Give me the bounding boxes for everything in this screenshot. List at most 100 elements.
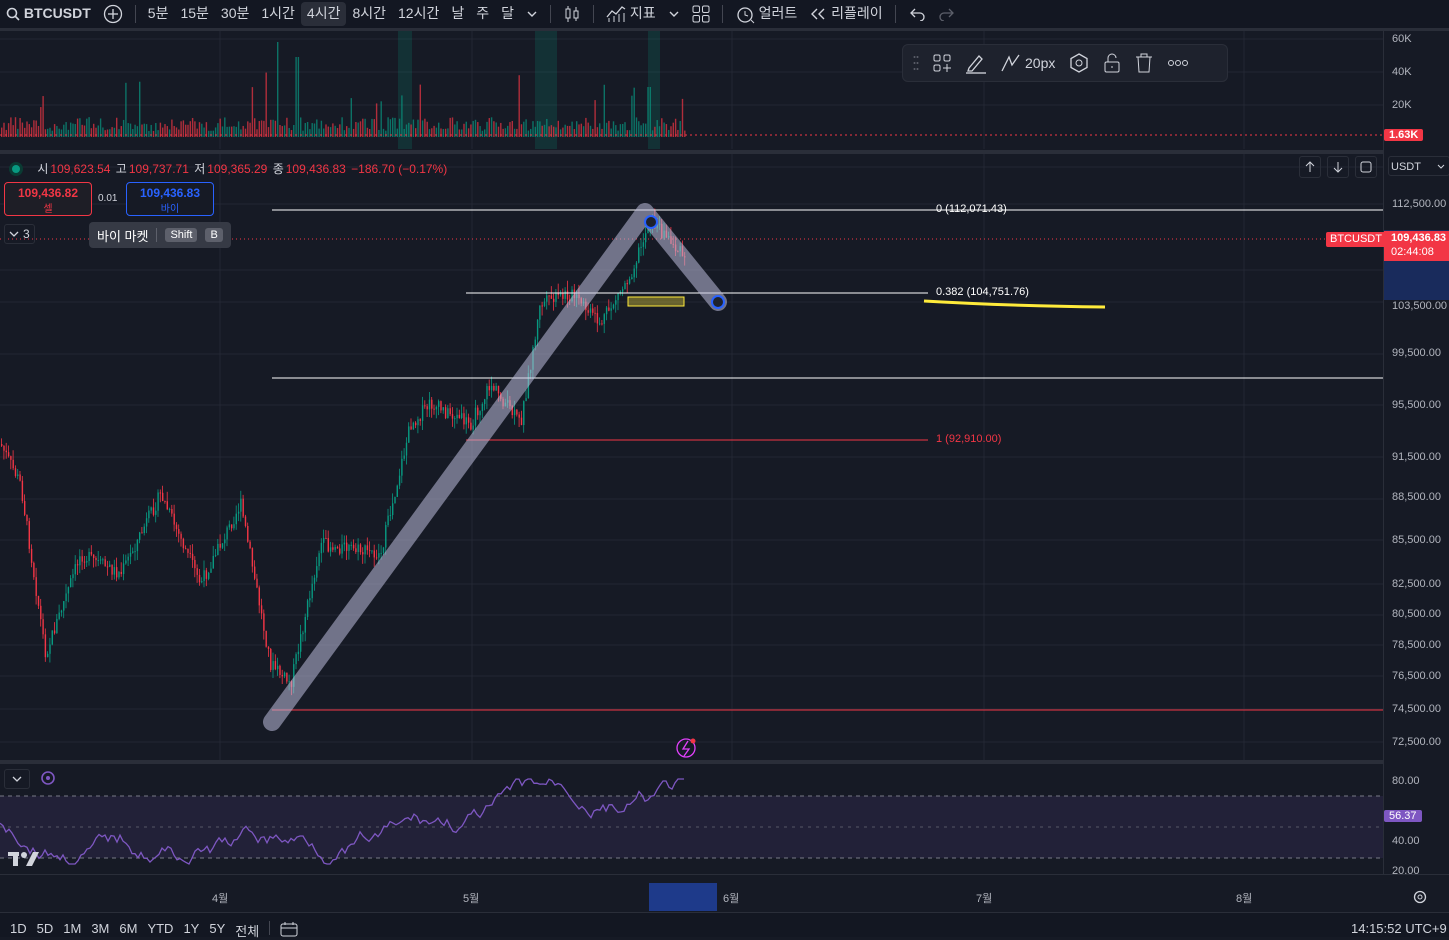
- path-anchor-handle: [644, 215, 658, 229]
- interval-1h[interactable]: 1시간: [255, 2, 301, 26]
- rsi-settings-button[interactable]: [40, 770, 56, 791]
- range-5y[interactable]: 5Y: [209, 921, 225, 940]
- candle-countdown: 02:44:08: [1391, 246, 1434, 258]
- more-icon[interactable]: [1167, 59, 1189, 67]
- sell-button[interactable]: 109,436.82 셀: [4, 182, 92, 216]
- high-label: 고: [115, 162, 127, 176]
- volume-axis-label: 60K: [1392, 33, 1412, 45]
- redo-button[interactable]: [932, 2, 962, 26]
- indicators-button[interactable]: 지표: [600, 2, 662, 26]
- fib-label-1: 1 (92,910.00): [936, 433, 1002, 445]
- volume-axis-label: 20K: [1392, 99, 1412, 111]
- trash-icon[interactable]: [1135, 53, 1153, 73]
- range-selector: 1D 5D 1M 3M 6M YTD 1Y 5Y 전체: [10, 921, 298, 940]
- rsi-current-tag: 56.37: [1384, 810, 1422, 822]
- compare-button[interactable]: [97, 2, 129, 26]
- drag-handle-icon[interactable]: [913, 55, 919, 71]
- settings-icon[interactable]: [1069, 53, 1089, 73]
- buy-label: 바이: [160, 204, 180, 215]
- interval-dropdown[interactable]: [520, 2, 544, 26]
- tradingview-logo[interactable]: [8, 850, 40, 873]
- move-up-button[interactable]: [1299, 156, 1321, 178]
- interval-5m[interactable]: 5분: [142, 2, 175, 26]
- interval-30m[interactable]: 30분: [215, 2, 255, 26]
- pencil-color-icon[interactable]: [965, 52, 987, 74]
- templates-icon[interactable]: [933, 54, 951, 72]
- range-1d[interactable]: 1D: [10, 921, 27, 940]
- tradingview-logo-icon: [8, 852, 39, 866]
- sell-price: 109,436.82: [17, 186, 79, 200]
- rsi-pane[interactable]: [0, 764, 1383, 874]
- currency-label: USDT: [1391, 161, 1421, 173]
- range-3m[interactable]: 3M: [91, 921, 109, 940]
- chevron-down-icon: [1437, 164, 1445, 169]
- chart-settings-button[interactable]: [1412, 889, 1428, 908]
- separator: [593, 5, 595, 23]
- range-ytd[interactable]: YTD: [147, 921, 173, 940]
- range-5d[interactable]: 5D: [37, 921, 54, 940]
- range-all[interactable]: 전체: [235, 921, 259, 940]
- shortcut-key-b: B: [205, 228, 223, 242]
- interval-4h[interactable]: 4시간: [300, 2, 347, 26]
- range-6m[interactable]: 6M: [119, 921, 137, 940]
- collapse-button[interactable]: 3: [4, 224, 35, 244]
- price-axis-label: 88,500.00: [1392, 491, 1441, 503]
- interval-15m[interactable]: 15분: [174, 2, 214, 26]
- interval-12h[interactable]: 12시간: [392, 2, 445, 26]
- symbol-label: BTCUSDT: [23, 5, 91, 21]
- highlight-box: [627, 296, 685, 307]
- clock-label[interactable]: 14:15:52 UTC+9: [1351, 921, 1447, 936]
- chevron-down-icon: [9, 231, 19, 237]
- separator: [721, 5, 723, 23]
- line-width-icon: [1001, 54, 1020, 72]
- separator: [550, 5, 552, 23]
- interval-8h[interactable]: 8시간: [346, 2, 392, 26]
- symbol-search[interactable]: BTCUSDT: [0, 2, 97, 26]
- interval-month[interactable]: 달: [495, 2, 520, 26]
- separator: [134, 5, 136, 23]
- volume-axis-label: 40K: [1392, 66, 1412, 78]
- interval-day[interactable]: 날: [445, 2, 470, 26]
- price-axis-label: 103,500.00: [1392, 300, 1448, 312]
- low-value: 109,365.29: [207, 162, 268, 176]
- undo-button[interactable]: [902, 2, 932, 26]
- separator: [269, 921, 271, 935]
- chevron-down-icon: [12, 776, 22, 782]
- volume-bars: [1, 42, 686, 137]
- indicator-icon: [41, 771, 55, 785]
- indicators-dropdown[interactable]: [662, 2, 686, 26]
- layouts-button[interactable]: [686, 2, 716, 26]
- time-axis[interactable]: 4월 5월 6월 7월 8월: [0, 874, 1449, 913]
- current-price-tag: 109,436.83 02:44:08: [1384, 231, 1449, 261]
- move-down-button[interactable]: [1327, 156, 1349, 178]
- high-value: 109,737.71: [128, 162, 189, 176]
- unlock-icon[interactable]: [1103, 53, 1121, 73]
- replay-button[interactable]: 리플레이: [803, 2, 888, 26]
- range-1y[interactable]: 1Y: [183, 921, 199, 940]
- tooltip-label: 바이 마켓: [97, 228, 149, 244]
- price-axis-label: 76,500.00: [1392, 670, 1441, 682]
- rsi-axis-label: 80.00: [1392, 775, 1420, 787]
- line-width-button[interactable]: 20px: [1001, 53, 1055, 73]
- price-axis[interactable]: 60K 40K 20K 1.63K USDT 112,500.00 109,43…: [1383, 31, 1449, 877]
- price-axis-label: 80,500.00: [1392, 608, 1441, 620]
- maximize-icon: [1360, 161, 1372, 173]
- price-axis-label: 78,500.00: [1392, 639, 1441, 651]
- buy-button[interactable]: 109,436.83 바이: [126, 182, 214, 216]
- alert-button[interactable]: 얼러트: [729, 2, 804, 26]
- maximize-button[interactable]: [1355, 156, 1377, 178]
- open-label: 시: [37, 162, 49, 176]
- price-axis-label: 95,500.00: [1392, 399, 1441, 411]
- chart-type-button[interactable]: [557, 2, 587, 26]
- grid-icon: [692, 5, 710, 23]
- currency-selector[interactable]: USDT: [1388, 156, 1449, 176]
- calendar-icon[interactable]: [280, 921, 298, 937]
- undo-icon: [909, 8, 925, 22]
- rsi-collapse-button[interactable]: [4, 769, 30, 789]
- line-width-label: 20px: [1025, 55, 1056, 71]
- sell-label: 셀: [43, 204, 53, 215]
- close-value: 109,436.83: [285, 162, 346, 176]
- interval-week[interactable]: 주: [470, 2, 495, 26]
- drawing-toolbar: 20px: [902, 44, 1228, 82]
- range-1m[interactable]: 1M: [63, 921, 81, 940]
